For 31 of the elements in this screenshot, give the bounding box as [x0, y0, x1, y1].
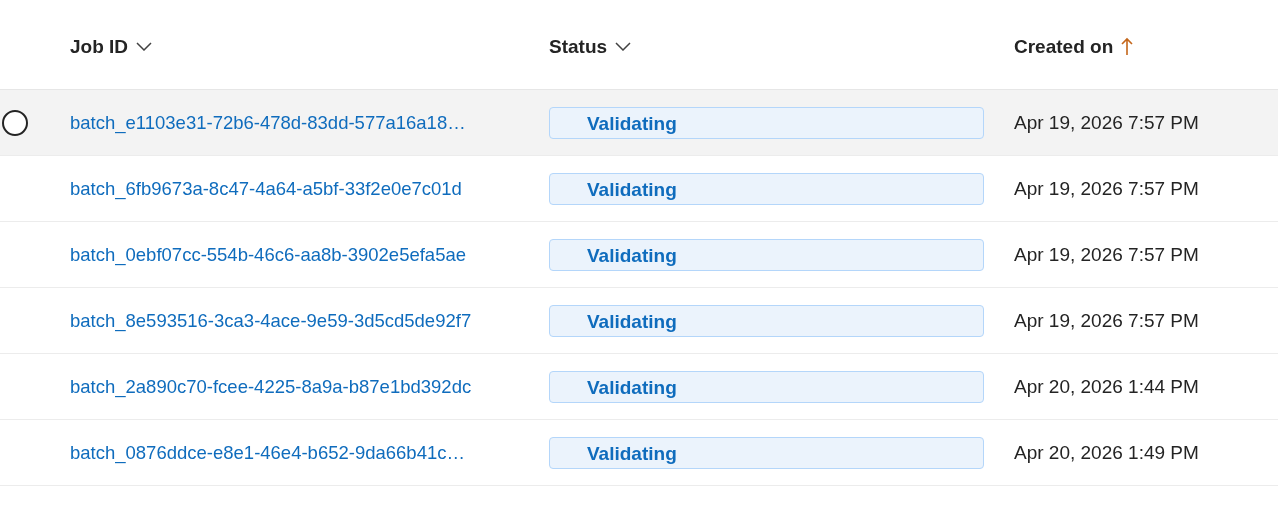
chevron-down-icon	[615, 42, 632, 51]
status-badge: Validating	[549, 106, 984, 139]
column-header[interactable]: Status	[549, 35, 632, 58]
status-badge: Validating	[549, 304, 984, 337]
job-id-link[interactable]: batch_0876ddce-e8e1-46e4-b652-9da66b41c…	[70, 441, 465, 464]
job-id-link[interactable]: batch_e1103e31-72b6-478d-83dd-577a16a18…	[70, 111, 466, 134]
job-id-link[interactable]: batch_6fb9673a-8c47-4a64-a5bf-33f2e0e7c01d	[70, 177, 462, 200]
status-badge: Validating	[549, 436, 984, 469]
table-row[interactable]: batch_0876ddce-e8e1-46e4-b652-9da66b41c… Validating Apr 20, 2026 1:49 PM	[0, 420, 1278, 486]
table-row[interactable]: batch_6fb9673a-8c47-4a64-a5bf-33f2e0e7c01d Validating Apr 19, 2026 7:57 PM	[0, 156, 1278, 222]
created-on-cell: Apr 19, 2026 7:57 PM	[1014, 243, 1199, 266]
table-row[interactable]: batch_2a890c70-fcee-4225-8a9a-b87e1bd392dc Validating Apr 20, 2026 1:44 PM	[0, 354, 1278, 420]
status-badge: Validating	[549, 370, 984, 403]
chevron-down-icon	[136, 42, 153, 51]
created-on-cell: Apr 19, 2026 7:57 PM	[1014, 309, 1199, 332]
created-on-cell: Apr 19, 2026 7:57 PM	[1014, 111, 1199, 134]
job-id-link[interactable]: batch_2a890c70-fcee-4225-8a9a-b87e1bd392dc	[70, 375, 472, 398]
table-row[interactable]: batch_e1103e31-72b6-478d-83dd-577a16a18… Validating Apr 19, 2026 7:57 PM	[0, 90, 1278, 156]
status-badge: Validating	[549, 172, 984, 205]
status-badge: Validating	[549, 238, 984, 271]
table-row[interactable]: batch_0ebf07cc-554b-46c6-aa8b-3902e5efa5ae Validating Apr 19, 2026 7:57 PM	[0, 222, 1278, 288]
table-row[interactable]: batch_8e593516-3ca3-4ace-9e59-3d5cd5de92f7 Validating Apr 19, 2026 7:57 PM	[0, 288, 1278, 354]
created-on-cell: Apr 20, 2026 1:44 PM	[1014, 375, 1199, 398]
arrow-up-icon	[1121, 37, 1134, 56]
job-id-link[interactable]: batch_8e593516-3ca3-4ace-9e59-3d5cd5de92f7	[70, 309, 472, 332]
column-header[interactable]: Job ID	[70, 35, 153, 58]
created-on-cell: Apr 20, 2026 1:49 PM	[1014, 441, 1199, 464]
row-radio[interactable]	[2, 109, 28, 136]
job-id-link[interactable]: batch_0ebf07cc-554b-46c6-aa8b-3902e5efa5ae	[70, 243, 466, 266]
column-header[interactable]: Created on	[1014, 35, 1134, 58]
created-on-cell: Apr 19, 2026 7:57 PM	[1014, 177, 1199, 200]
